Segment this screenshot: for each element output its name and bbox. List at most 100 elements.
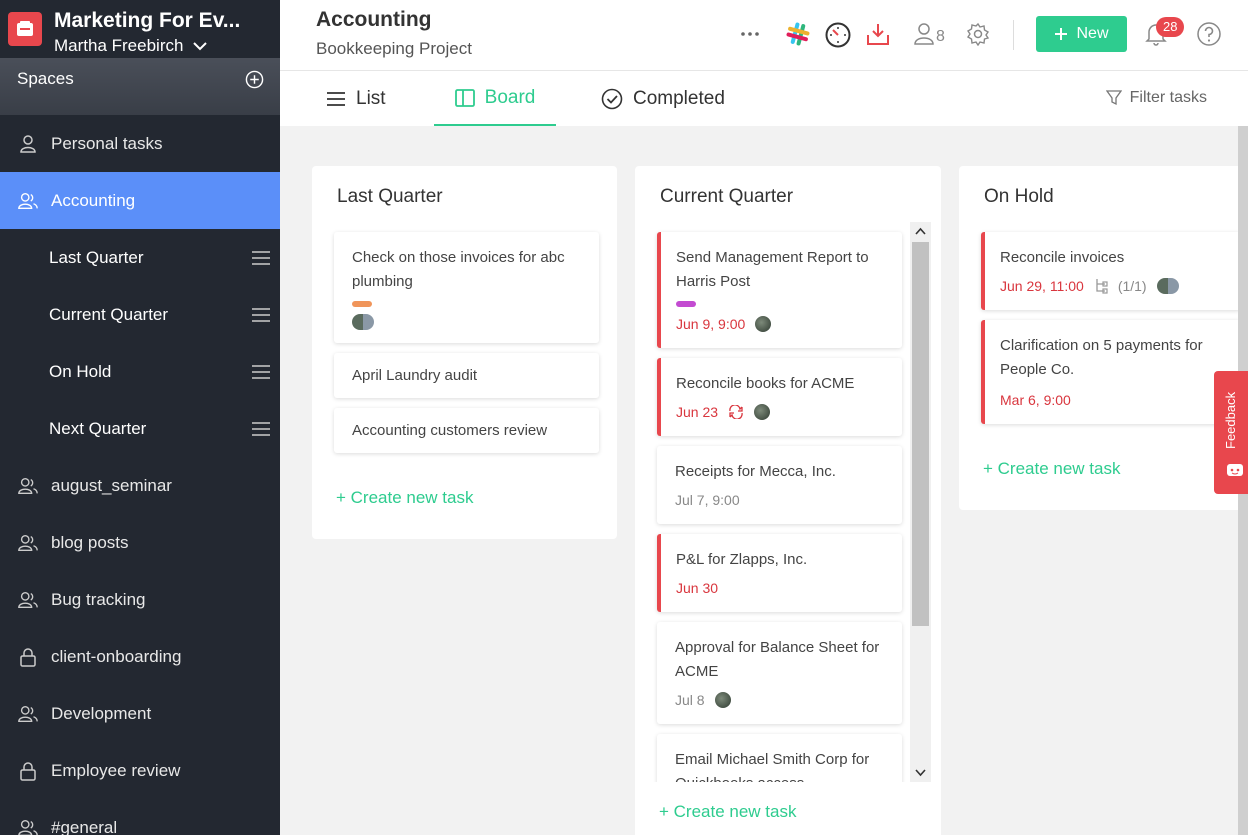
chevron-down-icon [193, 42, 208, 51]
sidebar-item-blog-posts[interactable]: blog posts [0, 514, 280, 571]
task-title: Email Michael Smith Corp for Quickbooks … [675, 751, 870, 782]
avatar [352, 314, 374, 330]
sidebar-item-accounting[interactable]: Accounting [0, 172, 280, 229]
spaces-label: Spaces [17, 68, 74, 88]
sidebar-item-client-onboarding[interactable]: client-onboarding [0, 628, 280, 685]
menu-icon[interactable] [252, 250, 270, 265]
members-icon[interactable] [910, 20, 938, 48]
sidebar-subitem-label: Current Quarter [49, 304, 169, 324]
task-card[interactable]: P&L for Zlapps, Inc. Jun 30 [657, 534, 902, 612]
due-date: Jun 9, 9:00 [676, 316, 746, 332]
column-scroll-area: Send Management Report to Harris Post Ju… [635, 222, 941, 782]
group-icon [17, 589, 39, 611]
task-card[interactable]: Check on those invoices for abc plumbing [334, 232, 599, 343]
sidebar-item-label: august_seminar [51, 475, 172, 495]
task-card[interactable]: Receipts for Mecca, Inc. Jul 7, 9:00 [657, 446, 902, 524]
sidebar-item-label: blog posts [51, 532, 129, 552]
column-scrollbar[interactable] [910, 222, 931, 782]
group-icon [17, 475, 39, 497]
task-card[interactable]: Email Michael Smith Corp for Quickbooks … [657, 734, 902, 782]
task-card[interactable]: Reconcile invoices Jun 29, 11:00 (1/1) [981, 232, 1241, 310]
filter-icon [1105, 90, 1122, 106]
task-meta: Mar 6, 9:00 [1000, 392, 1071, 408]
gear-icon[interactable] [964, 20, 992, 48]
sidebar-item-development[interactable]: Development [0, 685, 280, 742]
task-card[interactable]: Accounting customers review [334, 408, 599, 453]
avatar [755, 316, 772, 332]
tab-completed[interactable]: Completed [601, 71, 725, 126]
new-button-label: New [1076, 25, 1109, 42]
task-meta: Jun 9, 9:00 [676, 316, 772, 332]
sidebar-item-bug-tracking[interactable]: Bug tracking [0, 571, 280, 628]
group-icon [17, 190, 39, 212]
board-column-on-hold: On Hold Reconcile invoices Jun 29, 11:00… [959, 166, 1248, 510]
task-meta [352, 314, 374, 330]
task-title: P&L for Zlapps, Inc. [676, 551, 808, 568]
add-space-icon[interactable] [245, 70, 264, 89]
user-name: Martha Freebirch [54, 36, 184, 55]
list-icon [327, 91, 345, 106]
sidebar-subitem-label: Next Quarter [49, 418, 147, 438]
task-card[interactable]: April Laundry audit [334, 353, 599, 398]
feedback-label: Feedback [1223, 391, 1238, 449]
filter-tasks-button[interactable]: Filter tasks [1105, 89, 1207, 107]
sidebar-subitem-next-quarter[interactable]: Next Quarter [0, 400, 280, 457]
avatar [754, 404, 771, 420]
task-tag [352, 301, 372, 307]
sidebar-subitem-label: Last Quarter [49, 247, 144, 267]
header-divider [1013, 20, 1014, 50]
new-task-button[interactable]: New [1036, 16, 1127, 52]
create-task-link[interactable]: + Create new task [659, 802, 797, 822]
task-title: Receipts for Mecca, Inc. [675, 463, 836, 480]
scroll-up-icon[interactable] [915, 227, 926, 235]
download-icon[interactable] [864, 20, 892, 48]
menu-icon[interactable] [252, 421, 270, 436]
sidebar-subitem-on-hold[interactable]: On Hold [0, 343, 280, 400]
menu-icon[interactable] [252, 364, 270, 379]
tab-board[interactable]: Board [434, 71, 556, 126]
task-card[interactable]: Clarification on 5 payments for People C… [981, 320, 1241, 424]
timer-icon[interactable] [824, 20, 852, 48]
create-task-link[interactable]: + Create new task [983, 459, 1121, 479]
column-title: Current Quarter [660, 186, 794, 207]
page-title: Accounting [316, 8, 432, 31]
more-icon[interactable] [736, 20, 764, 48]
feedback-tab[interactable]: Feedback [1214, 371, 1248, 494]
tab-list[interactable]: List [326, 71, 386, 126]
create-task-link[interactable]: + Create new task [336, 488, 474, 508]
sidebar-subitem-current-quarter[interactable]: Current Quarter [0, 286, 280, 343]
sidebar-item-general[interactable]: #general [0, 799, 280, 835]
task-card[interactable]: Send Management Report to Harris Post Ju… [657, 232, 902, 348]
scrollbar-thumb[interactable] [912, 242, 929, 626]
lock-icon [17, 646, 39, 668]
sidebar-item-label: Employee review [51, 760, 181, 780]
sidebar-item-label: Bug tracking [51, 589, 146, 609]
sidebar-subitem-label: On Hold [49, 361, 112, 381]
group-icon [17, 817, 39, 835]
due-date: Mar 6, 9:00 [1000, 392, 1071, 408]
task-tag [676, 301, 696, 307]
slack-icon[interactable] [784, 20, 812, 48]
task-card[interactable]: Reconcile books for ACME Jun 23 [657, 358, 902, 436]
sidebar-subitem-last-quarter[interactable]: Last Quarter [0, 229, 280, 286]
sidebar-item-personal-tasks[interactable]: Personal tasks [0, 115, 280, 172]
avatar [1156, 278, 1179, 294]
tab-label: Board [484, 86, 536, 108]
view-tabs: List Board Completed Filter tasks [280, 71, 1248, 126]
repeat-icon [729, 405, 743, 419]
scroll-down-icon[interactable] [915, 769, 926, 777]
task-card[interactable]: Approval for Balance Sheet for ACME Jul … [657, 622, 902, 724]
sidebar-item-label: Accounting [51, 190, 136, 210]
top-header: Accounting Bookkeeping Project 8 New 28 [280, 0, 1248, 71]
task-title: Send Management Report to Harris Post [676, 249, 869, 290]
menu-icon[interactable] [252, 307, 270, 322]
board-column-last-quarter: Last Quarter Check on those invoices for… [312, 166, 617, 539]
notification-badge: 28 [1156, 17, 1185, 37]
user-switcher[interactable]: Martha Freebirch [54, 34, 240, 58]
sidebar-item-august-seminar[interactable]: august_seminar [0, 457, 280, 514]
help-icon[interactable] [1195, 20, 1223, 48]
project-subtitle: Bookkeeping Project [316, 39, 472, 58]
group-icon [17, 703, 39, 725]
subtask-count: (1/1) [1117, 278, 1147, 294]
sidebar-item-employee-review[interactable]: Employee review [0, 742, 280, 799]
